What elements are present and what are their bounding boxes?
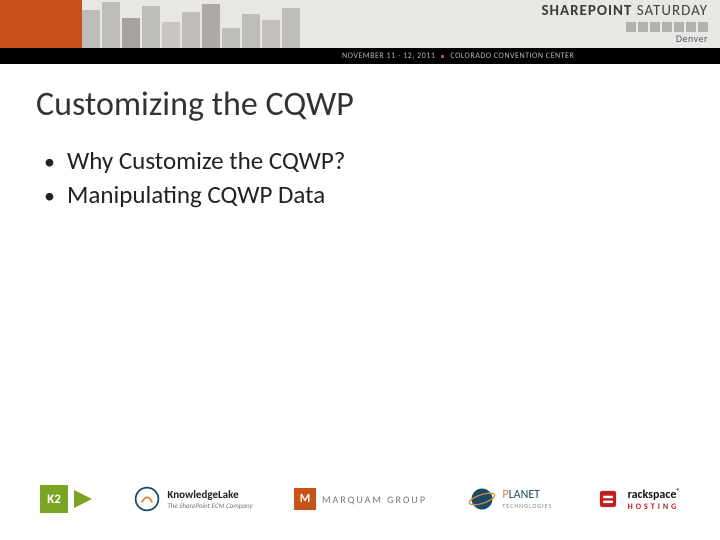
sponsor-k2: K2: [40, 485, 92, 513]
event-venue: COLORADO CONVENTION CENTER: [450, 51, 574, 61]
rackspace-logo-icon: [594, 485, 622, 513]
knowledgelake-logo-icon: [133, 485, 161, 513]
event-logo: SHAREPOINT SATURDAY Denver: [541, 2, 708, 45]
list-item: • Manipulating CQWP Data: [44, 178, 345, 212]
sponsor-tagline: The SharePoint ECM Company: [167, 501, 252, 510]
skyline-graphic: [82, 0, 342, 48]
sponsor-marquam: M MARQUAM GROUP: [294, 488, 427, 510]
sponsor-tagline: TECHNOLOGIES: [502, 502, 552, 510]
sponsor-tagline: HOSTING: [628, 502, 680, 512]
bullet-list: • Why Customize the CQWP? • Manipulating…: [44, 144, 345, 212]
sponsor-rackspace: rackspace® HOSTING: [594, 485, 680, 513]
separator-dot-icon: [441, 55, 444, 58]
sponsor-strip: K2 KnowledgeLake The SharePoint ECM Comp…: [0, 476, 720, 522]
bullet-text: Manipulating CQWP Data: [67, 178, 325, 212]
event-city: Denver: [541, 32, 708, 45]
event-date: NOVEMBER 11 - 12, 2011: [342, 51, 435, 61]
slide-title: Customizing the CQWP: [36, 84, 354, 125]
banner-infobar: NOVEMBER 11 - 12, 2011 COLORADO CONVENTI…: [82, 48, 720, 64]
sponsor-label: rackspace: [628, 488, 677, 502]
sponsor-label: KnowledgeLake: [167, 488, 238, 501]
list-item: • Why Customize the CQWP?: [44, 144, 345, 178]
marquam-logo-icon: M: [294, 488, 316, 510]
sponsor-label: LANET: [509, 488, 540, 502]
registered-icon: ®: [676, 486, 680, 495]
bullet-icon: •: [44, 181, 55, 211]
bullet-text: Why Customize the CQWP?: [67, 144, 345, 178]
sponsor-planet: PLANET TECHNOLOGIES: [468, 485, 552, 513]
k2-logo-icon: K2: [40, 485, 68, 513]
accent-block: [0, 0, 82, 48]
planet-logo-icon: [468, 485, 496, 513]
event-name-a: SHAREPOINT: [541, 2, 632, 20]
k2-triangle-icon: [74, 490, 92, 508]
event-name-b: SATURDAY: [637, 2, 708, 20]
banner-background: SHAREPOINT SATURDAY Denver: [82, 0, 720, 48]
bullet-icon: •: [44, 147, 55, 177]
sponsor-knowledgelake: KnowledgeLake The SharePoint ECM Company: [133, 485, 252, 513]
logo-squares: [541, 22, 708, 32]
sponsor-label: MARQUAM GROUP: [322, 493, 427, 506]
header-banner: SHAREPOINT SATURDAY Denver NOVEMBER 11 -…: [0, 0, 720, 64]
